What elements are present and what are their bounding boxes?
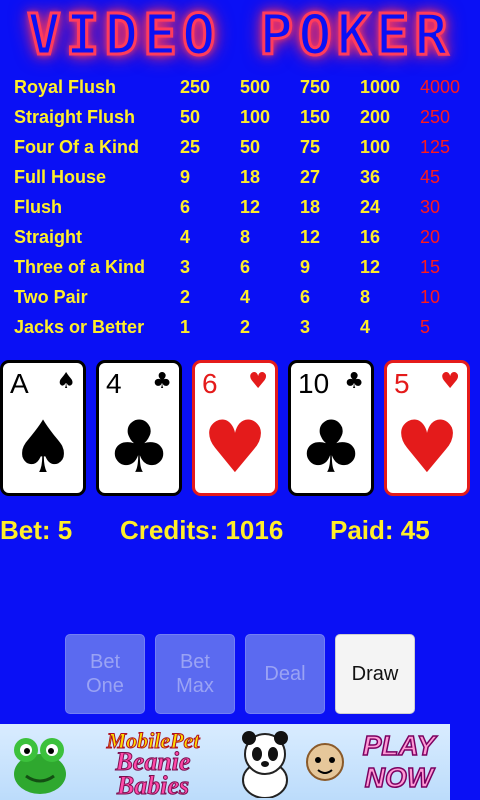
playing-card[interactable]: 6 ♥ ♥ — [192, 360, 278, 496]
spade-icon: ♠ — [56, 369, 76, 394]
paytable-row: Four Of a Kind 25 50 75 100 125 — [14, 132, 474, 162]
payout-bet-5: 125 — [420, 136, 451, 157]
playing-card[interactable]: A ♠ ♠ — [0, 360, 86, 496]
payout-bet-5: 250 — [420, 106, 451, 127]
payout-bet-2: 50 — [240, 136, 261, 157]
playing-card[interactable]: 5 ♥ ♥ — [384, 360, 470, 496]
payout-bet-4: 4 — [360, 316, 371, 337]
paytable-row: Three of a Kind 3 6 9 12 15 — [14, 252, 474, 282]
hand-name: Royal Flush — [14, 76, 117, 97]
payout-bet-1: 1 — [180, 316, 191, 337]
payout-bet-5: 5 — [420, 316, 431, 337]
playing-card[interactable]: 10 ♣ ♣ — [288, 360, 374, 496]
heart-icon: ♥ — [248, 369, 268, 394]
paytable-row: Two Pair 2 4 6 8 10 — [14, 282, 474, 312]
game-title: VIDEO POKER — [26, 1, 453, 69]
payout-bet-1: 50 — [180, 106, 201, 127]
panda-icon — [242, 731, 288, 798]
payout-bet-3: 9 — [300, 256, 311, 277]
card-rank: 6 — [202, 368, 218, 399]
heart-icon: ♥ — [394, 405, 460, 489]
card-rank: 4 — [106, 368, 122, 399]
bet-max-button[interactable]: Bet Max — [155, 634, 235, 714]
draw-button[interactable]: Draw — [335, 634, 415, 714]
hand-name: Straight Flush — [14, 106, 135, 127]
pet-icon — [306, 743, 344, 781]
hand-name: Flush — [14, 196, 62, 217]
payout-bet-1: 9 — [180, 166, 191, 187]
card-rank: A — [10, 368, 29, 399]
payout-bet-2: 100 — [240, 106, 271, 127]
payout-bet-3: 150 — [300, 106, 331, 127]
payout-bet-3: 12 — [300, 226, 321, 247]
payout-bet-2: 2 — [240, 316, 251, 337]
payout-bet-5: 4000 — [420, 76, 461, 97]
paytable-row: Straight 4 8 12 16 20 — [14, 222, 474, 252]
paid-display: Paid: 45 — [330, 515, 430, 545]
payout-bet-1: 25 — [180, 136, 201, 157]
payout-bet-2: 4 — [240, 286, 251, 307]
payout-bet-2: 12 — [240, 196, 261, 217]
payout-bet-4: 200 — [360, 106, 391, 127]
credits-display: Credits: 1016 — [120, 515, 284, 545]
spade-icon: ♠ — [10, 405, 76, 489]
payout-bet-4: 24 — [360, 196, 381, 217]
payout-bet-4: 36 — [360, 166, 381, 187]
hand-name: Two Pair — [14, 286, 88, 307]
payout-bet-2: 6 — [240, 256, 251, 277]
hand-name: Straight — [14, 226, 83, 247]
paytable-row: Jacks or Better 1 2 3 4 5 — [14, 312, 474, 342]
hand-name: Full House — [14, 166, 107, 187]
payout-bet-4: 16 — [360, 226, 381, 247]
card-rank: 10 — [298, 368, 330, 399]
payout-bet-4: 8 — [360, 286, 371, 307]
payout-bet-2: 500 — [240, 76, 271, 97]
bet-display: Bet: 5 — [0, 515, 73, 545]
payout-bet-1: 3 — [180, 256, 191, 277]
hand-name: Three of a Kind — [14, 256, 146, 277]
club-icon: ♣ — [344, 369, 364, 394]
payout-bet-1: 6 — [180, 196, 191, 217]
payout-bet-3: 18 — [300, 196, 321, 217]
payout-bet-4: 12 — [360, 256, 381, 277]
club-icon: ♣ — [152, 369, 172, 394]
payout-bet-3: 27 — [300, 166, 321, 187]
payout-bet-5: 10 — [420, 286, 441, 307]
club-icon: ♣ — [298, 405, 364, 489]
bet-one-button[interactable]: Bet One — [65, 634, 145, 714]
hand-name: Jacks or Better — [14, 316, 145, 337]
payout-bet-3: 750 — [300, 76, 331, 97]
heart-icon: ♥ — [202, 405, 268, 489]
paytable-row: Royal Flush 250 500 750 1000 4000 — [14, 72, 474, 102]
payout-bet-4: 1000 — [360, 76, 401, 97]
payout-bet-4: 100 — [360, 136, 391, 157]
ad-play-now-text[interactable]: PLAY NOW — [354, 729, 444, 794]
payout-bet-3: 3 — [300, 316, 311, 337]
hand-name: Four Of a Kind — [14, 136, 139, 157]
payout-bet-1: 250 — [180, 76, 211, 97]
payout-bet-1: 4 — [180, 226, 191, 247]
deal-button[interactable]: Deal — [245, 634, 325, 714]
paytable-row: Flush 6 12 18 24 30 — [14, 192, 474, 222]
payout-bet-5: 45 — [420, 166, 441, 187]
payout-bet-3: 6 — [300, 286, 311, 307]
paytable-row: Full House 9 18 27 36 45 — [14, 162, 474, 192]
ad-product-text: Beanie Babies — [115, 747, 191, 800]
payout-bet-5: 15 — [420, 256, 441, 277]
payout-bet-1: 2 — [180, 286, 191, 307]
frog-icon — [14, 738, 66, 794]
club-icon: ♣ — [106, 405, 172, 489]
paytable: Royal Flush 250 500 750 1000 4000 Straight Flu… — [14, 72, 474, 342]
playing-card[interactable]: 4 ♣ ♣ — [96, 360, 182, 496]
card-rank: 5 — [394, 368, 410, 399]
heart-icon: ♥ — [440, 369, 460, 394]
payout-bet-2: 18 — [240, 166, 261, 187]
paytable-row: Straight Flush 50 100 150 200 250 — [14, 102, 474, 132]
payout-bet-5: 20 — [420, 226, 441, 247]
ad-banner[interactable]: MobilePet Beanie Babies PLAY NOW — [0, 724, 450, 800]
payout-bet-3: 75 — [300, 136, 321, 157]
payout-bet-5: 30 — [420, 196, 441, 217]
payout-bet-2: 8 — [240, 226, 251, 247]
